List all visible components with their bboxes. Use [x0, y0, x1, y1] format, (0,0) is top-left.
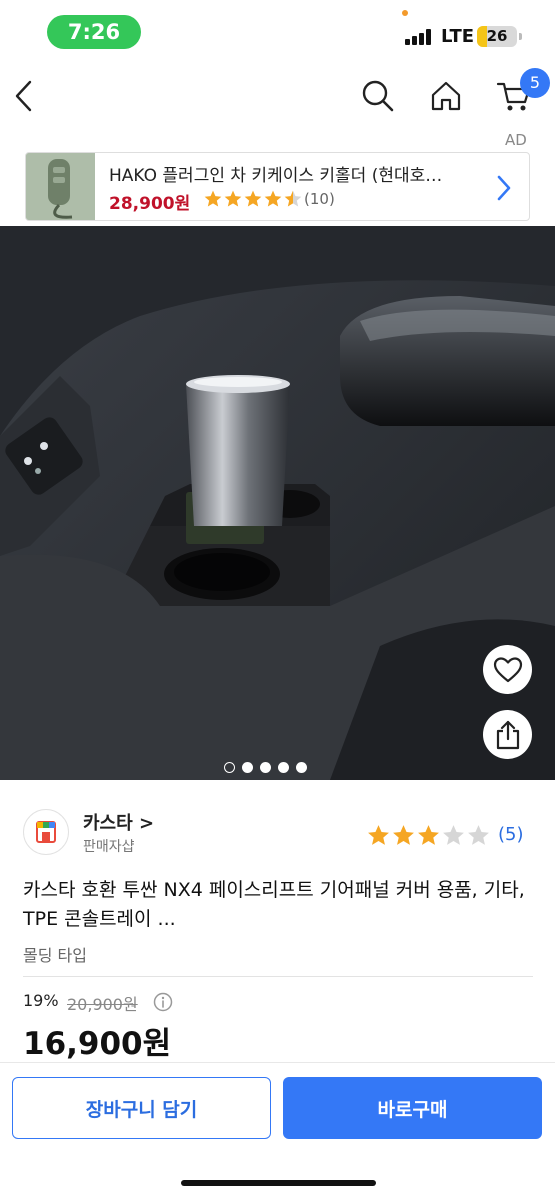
- star-icon: [204, 190, 222, 207]
- search-icon: [362, 80, 394, 112]
- star-icon: [393, 825, 414, 845]
- ad-review-count: (10): [304, 190, 335, 208]
- shop-icon: [36, 821, 56, 843]
- home-button[interactable]: [422, 72, 470, 120]
- ad-price: 28,900원: [109, 194, 191, 214]
- info-icon[interactable]: [153, 992, 173, 1012]
- home-icon: [431, 81, 461, 111]
- battery-cap: [519, 33, 522, 40]
- star-icon: [284, 190, 302, 207]
- network-type: LTE: [441, 26, 475, 47]
- discount-rate: 19%: [23, 991, 59, 1010]
- star-icon: [224, 190, 242, 207]
- original-price: 20,900원: [67, 995, 138, 1014]
- pager-dot[interactable]: [242, 762, 253, 773]
- ad-title: HAKO 플러그인 차 키케이스 키홀더 (현대호…: [109, 166, 443, 186]
- search-button[interactable]: [354, 72, 402, 120]
- star-icon: [443, 825, 464, 845]
- seller-type: 판매자샵: [83, 839, 135, 855]
- privacy-indicator-dot: [402, 10, 408, 16]
- status-bar: 7:26 LTE 26: [0, 0, 555, 62]
- star-icon: [244, 190, 262, 207]
- pager-dot[interactable]: [260, 762, 271, 773]
- cart-count-badge: 5: [520, 68, 550, 98]
- product-title: 카스타 호환 투싼 NX4 페이스리프트 기어패널 커버 용품, 기타, TPE…: [23, 879, 525, 930]
- star-icon: [468, 825, 489, 845]
- status-time: 7:26: [47, 15, 141, 49]
- review-count-link[interactable]: (5): [498, 824, 524, 845]
- ad-thumbnail: [26, 153, 95, 220]
- console-tray-photo: [0, 226, 555, 780]
- chevron-right-icon: [497, 175, 511, 201]
- pager-dot[interactable]: [296, 762, 307, 773]
- add-to-cart-button[interactable]: 장바구니 담기: [12, 1077, 271, 1139]
- divider: [23, 976, 533, 977]
- ad-label: AD: [505, 131, 527, 149]
- star-icon: [418, 825, 439, 845]
- ad-banner[interactable]: HAKO 플러그인 차 키케이스 키홀더 (현대호… 28,900원 (10): [25, 152, 530, 221]
- option-type: 몰딩 타입: [23, 946, 87, 965]
- battery-level: 26: [486, 27, 508, 45]
- top-nav-bar: [0, 62, 555, 132]
- product-image[interactable]: [0, 226, 555, 780]
- home-indicator: [181, 1180, 376, 1186]
- heart-icon: [493, 656, 522, 682]
- seller-logo[interactable]: [23, 809, 69, 855]
- ad-rating-stars: [203, 189, 303, 209]
- pager-dot[interactable]: [224, 762, 235, 773]
- pager-dot[interactable]: [278, 762, 289, 773]
- like-button[interactable]: [483, 645, 532, 694]
- chevron-left-icon: [15, 80, 32, 112]
- battery-icon: 26: [477, 26, 517, 47]
- share-button[interactable]: [483, 710, 532, 759]
- seller-rating-stars[interactable]: [366, 823, 491, 848]
- image-pager[interactable]: [224, 762, 307, 773]
- signal-icon: [405, 29, 435, 45]
- share-icon: [496, 720, 519, 749]
- sale-price: 16,900원: [23, 1026, 172, 1062]
- star-icon: [368, 825, 389, 845]
- back-button[interactable]: [0, 72, 48, 120]
- seller-name-link[interactable]: 카스타 >: [83, 809, 154, 835]
- star-icon: [264, 190, 282, 207]
- buy-now-button[interactable]: 바로구매: [283, 1077, 542, 1139]
